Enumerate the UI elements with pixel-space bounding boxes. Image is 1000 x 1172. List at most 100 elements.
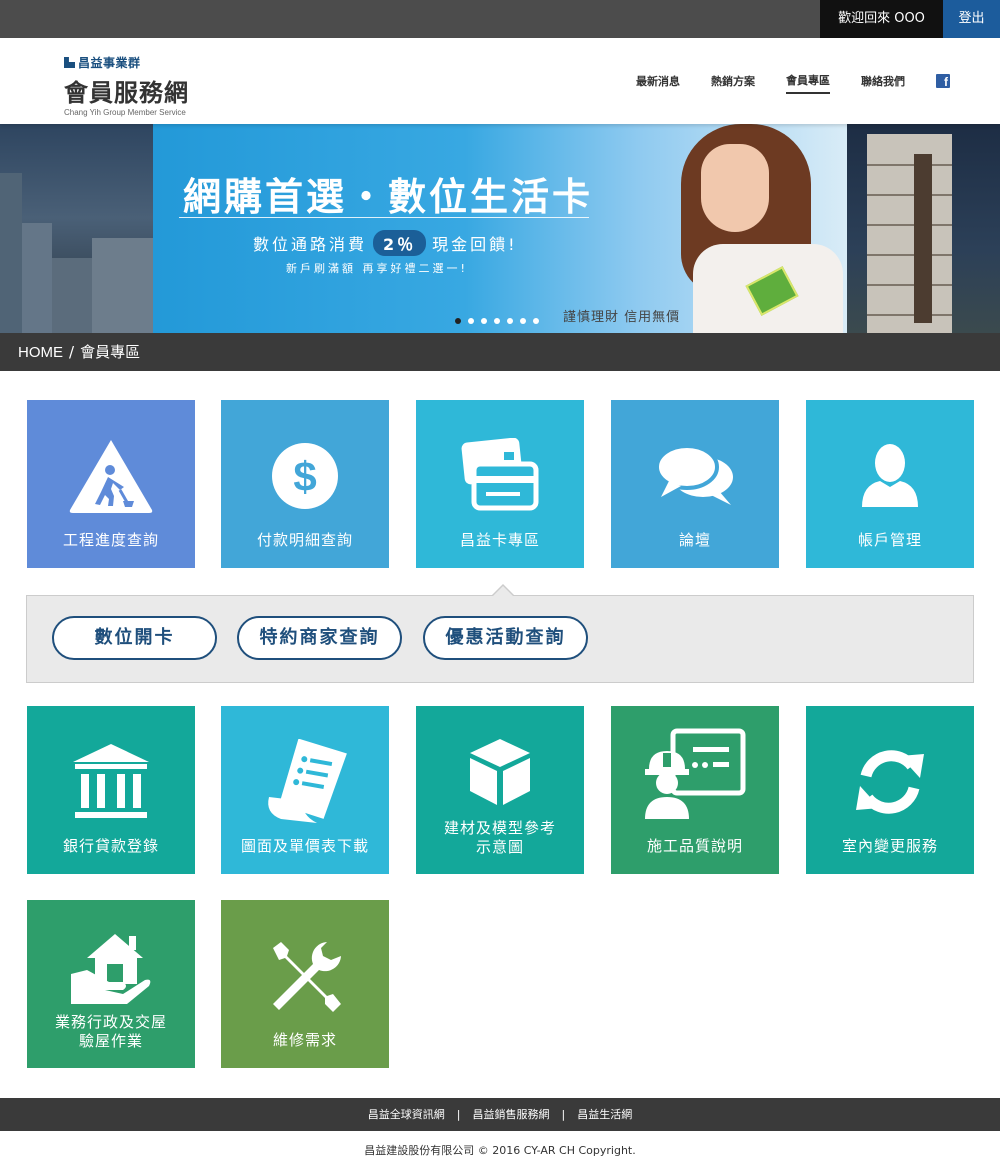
nav-item-contact[interactable]: 聯絡我們 (861, 73, 905, 93)
nav-item-news[interactable]: 最新消息 (636, 73, 680, 93)
floor-line (867, 224, 952, 226)
banner-subtitle-before: 數位通路消費 (253, 235, 368, 254)
tile-material-model[interactable]: 建材及模型參考 示意圖 (416, 706, 584, 874)
building-shape (22, 223, 52, 333)
tile-label: 維修需求 (272, 1031, 337, 1049)
bank-icon (27, 742, 195, 822)
banner-person-face (701, 144, 769, 232)
tile-construction-progress[interactable]: 工程進度查詢 (27, 400, 195, 568)
floor-line (867, 164, 952, 166)
tile-label: 帳戶管理 (857, 531, 922, 549)
welcome-message: 歡迎回來 OOO (820, 0, 943, 38)
site-logo[interactable]: 昌益事業群 會員服務網 Chang Yih Group Member Servi… (64, 54, 189, 117)
banner-percent-badge: 2％ (373, 230, 427, 256)
floor-line (867, 194, 952, 196)
building-balcony (914, 154, 932, 323)
partner-merchant-search-button[interactable]: 特約商家查詢 (237, 616, 402, 660)
logo-group-name: 昌益事業群 (78, 56, 141, 70)
svg-text:$: $ (293, 453, 316, 500)
tile-label-line1: 業務行政及交屋 (54, 1013, 167, 1031)
tile-interior-change[interactable]: 室內變更服務 (806, 706, 974, 874)
banner-subtitle2: 新戶刷滿額 再享好禮二選一! (286, 262, 468, 275)
logout-button[interactable]: 登出 (943, 0, 1000, 38)
carousel-dots (455, 318, 539, 324)
tile-label: 圖面及單價表下載 (240, 837, 369, 855)
tile-label: 昌益卡專區 (459, 531, 540, 549)
tile-payment-details[interactable]: $ 付款明細查詢 (221, 400, 389, 568)
cube-icon (416, 732, 584, 812)
banner-slide[interactable]: 網購首選・數位生活卡 數位通路消費 2％ 現金回饋! 新戶刷滿額 再享好禮二選一… (153, 124, 847, 333)
hero-banner: 網購首選・數位生活卡 數位通路消費 2％ 現金回饋! 新戶刷滿額 再享好禮二選一… (0, 124, 1000, 333)
construction-sign-icon (27, 436, 195, 516)
footer-divider: | (561, 1108, 566, 1121)
digital-card-activation-button[interactable]: 數位開卡 (52, 616, 217, 660)
copyright-text: 昌益建設股份有限公司 © 2016 CY-AR CH Copyright. (364, 1144, 636, 1157)
dollar-icon: $ (221, 436, 389, 516)
site-header: 昌益事業群 會員服務網 Chang Yih Group Member Servi… (0, 38, 1000, 124)
tile-handover-inspection[interactable]: 業務行政及交屋 驗屋作業 (27, 900, 195, 1068)
breadcrumb-home[interactable]: HOME (18, 344, 63, 361)
tile-label: 論壇 (678, 531, 711, 549)
logo-title: 會員服務網 (64, 79, 189, 107)
worker-board-icon (611, 728, 779, 819)
footer-links-bar: 昌益全球資訊網 | 昌益銷售服務網 | 昌益生活網 (0, 1098, 1000, 1131)
logo-mark-icon (64, 57, 75, 68)
top-bar: 歡迎回來 OOO 登出 (0, 0, 1000, 38)
logo-group: 昌益事業群 (64, 54, 189, 71)
nav-item-hot-plans[interactable]: 熱銷方案 (711, 73, 755, 93)
tile-label: 工程進度查詢 (62, 531, 159, 549)
tile-label: 付款明細查詢 (256, 531, 353, 549)
credit-card-icon (416, 436, 584, 516)
building-shape (92, 238, 153, 333)
tile-forum[interactable]: 論壇 (611, 400, 779, 568)
breadcrumb-current: 會員專區 (80, 343, 141, 361)
carousel-dot[interactable] (455, 318, 461, 324)
refresh-icon (806, 742, 974, 822)
tile-label-line1: 建材及模型參考 (443, 819, 556, 837)
footer-link-global-site[interactable]: 昌益全球資訊網 (368, 1108, 445, 1121)
facebook-icon[interactable]: f (936, 74, 950, 88)
tile-label: 室內變更服務 (841, 837, 938, 855)
building-shape (52, 258, 92, 333)
carousel-dot[interactable] (507, 318, 513, 324)
floor-line (867, 314, 952, 316)
logo-subtitle: Chang Yih Group Member Service (64, 108, 186, 117)
tile-label: 銀行貸款登錄 (62, 837, 159, 855)
carousel-dot[interactable] (494, 318, 500, 324)
tile-label: 業務行政及交屋 驗屋作業 (27, 1013, 195, 1051)
banner-right-building (847, 124, 1000, 333)
tile-maintenance-request[interactable]: 維修需求 (221, 900, 389, 1068)
building-shape (0, 173, 22, 333)
tile-construction-quality[interactable]: 施工品質說明 (611, 706, 779, 874)
tile-bank-loan[interactable]: 銀行貸款登錄 (27, 706, 195, 874)
banner-footnote: 謹慎理財 信用無價 (563, 310, 681, 325)
floor-line (867, 284, 952, 286)
carousel-dot[interactable] (468, 318, 474, 324)
floor-line (867, 254, 952, 256)
tile-label-line2: 驗屋作業 (78, 1032, 143, 1050)
promotion-search-button[interactable]: 優惠活動查詢 (423, 616, 588, 660)
banner-title: 網購首選・數位生活卡 (183, 175, 594, 219)
user-icon (806, 436, 974, 516)
nav-item-member-area[interactable]: 會員專區 (786, 72, 830, 94)
carousel-dot[interactable] (533, 318, 539, 324)
tile-account-management[interactable]: 帳戶管理 (806, 400, 974, 568)
tile-label-line2: 示意圖 (475, 838, 524, 856)
chat-bubbles-icon (611, 436, 779, 516)
house-hand-icon (27, 928, 195, 1008)
banner-divider (179, 217, 589, 218)
footer-link-life-site[interactable]: 昌益生活網 (577, 1108, 632, 1121)
banner-subtitle: 數位通路消費 2％ 現金回饋! (253, 230, 518, 256)
submenu-pointer-fill (492, 586, 514, 597)
tools-icon (221, 936, 389, 1016)
tile-drawing-download[interactable]: 圖面及單價表下載 (221, 706, 389, 874)
carousel-dot[interactable] (481, 318, 487, 324)
document-list-icon (221, 739, 389, 823)
banner-left-cityscape (0, 124, 153, 333)
main-nav: 最新消息 熱銷方案 會員專區 聯絡我們 f (636, 72, 950, 94)
tile-card-zone[interactable]: 昌益卡專區 (416, 400, 584, 568)
footer-link-sales-site[interactable]: 昌益銷售服務網 (473, 1108, 550, 1121)
carousel-dot[interactable] (520, 318, 526, 324)
building-tower (867, 134, 952, 333)
breadcrumb-separator: / (69, 343, 75, 361)
